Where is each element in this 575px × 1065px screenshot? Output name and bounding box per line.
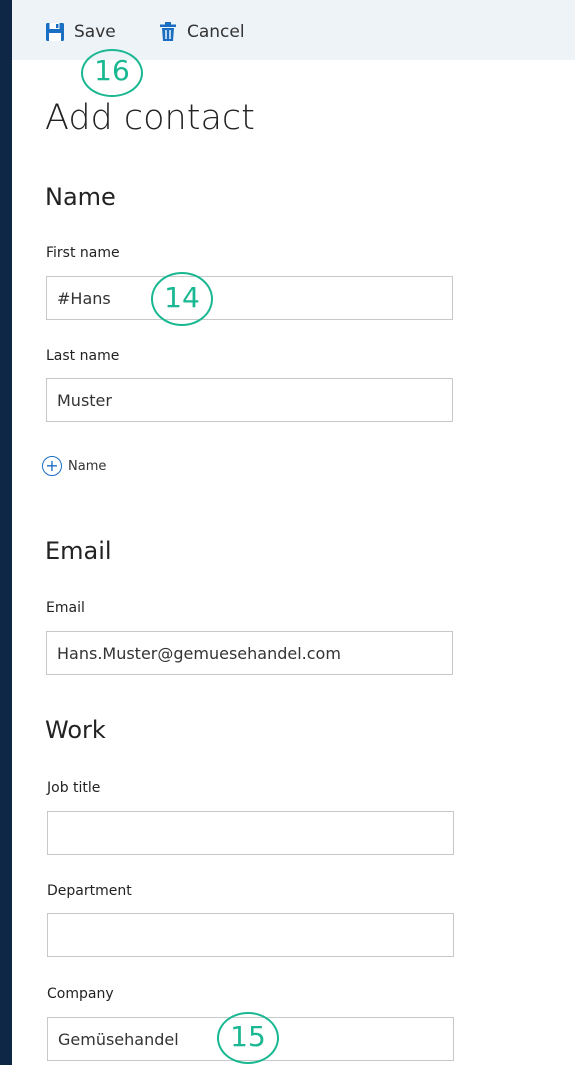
section-title-email: Email (45, 537, 112, 565)
email-label: Email (46, 600, 85, 616)
floppy-disk-icon (44, 21, 66, 43)
department-input[interactable] (47, 913, 454, 957)
callout-first-name-number: 14 (164, 281, 200, 314)
last-name-label: Last name (46, 348, 120, 364)
callout-company: 15 (217, 1007, 279, 1064)
job-title-input[interactable] (47, 811, 454, 855)
page-title: Add contact (45, 98, 255, 138)
last-name-input[interactable] (46, 378, 453, 422)
cancel-label: Cancel (187, 22, 245, 42)
company-label: Company (47, 986, 114, 1002)
add-name-button[interactable]: + Name (42, 456, 106, 476)
callout-first-name: 14 (151, 270, 213, 326)
trash-icon (157, 21, 179, 43)
callout-save-number: 16 (94, 54, 130, 87)
save-button[interactable]: Save (44, 18, 116, 46)
section-title-name: Name (45, 183, 116, 211)
first-name-label: First name (46, 245, 120, 261)
job-title-label: Job title (47, 780, 101, 796)
callout-save: 16 (81, 43, 143, 99)
department-label: Department (47, 883, 132, 899)
plus-circle-icon: + (42, 456, 62, 476)
save-label: Save (74, 22, 116, 42)
add-name-label: Name (68, 458, 107, 474)
contact-form-window: Save Cancel 16 Add contact Name First na… (12, 0, 575, 1065)
first-name-input[interactable] (46, 276, 453, 320)
section-title-work: Work (45, 716, 106, 744)
cancel-button[interactable]: Cancel (157, 18, 245, 46)
email-input[interactable] (46, 631, 453, 675)
callout-company-number: 15 (230, 1020, 266, 1053)
